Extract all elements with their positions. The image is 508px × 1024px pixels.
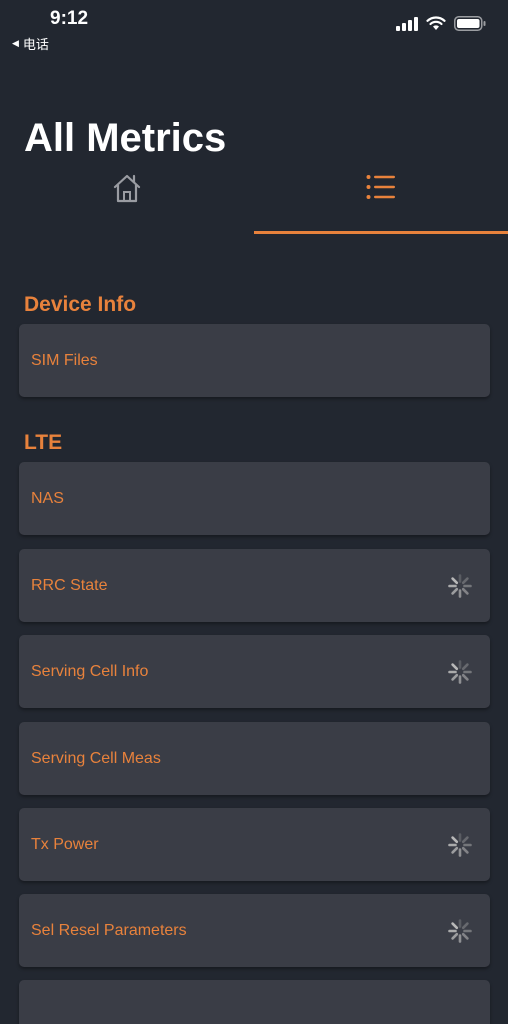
home-icon bbox=[113, 174, 141, 203]
list-item-sel-resel-parameters[interactable]: Sel Resel Parameters bbox=[19, 894, 490, 967]
status-bar: 9:12 ◀ 电话 bbox=[0, 0, 508, 56]
list-icon bbox=[366, 175, 395, 199]
list-item-rrc-state[interactable]: RRC State bbox=[19, 549, 490, 622]
back-arrow-icon: ◀ bbox=[12, 38, 19, 48]
list-item-label: Serving Cell Meas bbox=[31, 750, 161, 767]
list-item-serving-cell-meas[interactable]: Serving Cell Meas bbox=[19, 722, 490, 795]
battery-icon bbox=[454, 16, 486, 31]
section-header-lte: LTE bbox=[24, 431, 63, 454]
list-item-label: RRC State bbox=[31, 577, 108, 594]
list-item-partial[interactable] bbox=[19, 980, 490, 1024]
loading-spinner-icon bbox=[448, 833, 472, 857]
list-item-label: NAS bbox=[31, 490, 64, 507]
status-time: 9:12 bbox=[50, 8, 89, 29]
cellular-signal-icon bbox=[396, 16, 418, 31]
list-item-sim-files[interactable]: SIM Files bbox=[19, 324, 490, 397]
section-header-device-info: Device Info bbox=[24, 293, 137, 316]
tab-bar bbox=[0, 164, 508, 236]
tab-list[interactable] bbox=[254, 164, 508, 234]
list-item-nas[interactable]: NAS bbox=[19, 462, 490, 535]
page-title: All Metrics bbox=[24, 116, 227, 160]
metrics-list[interactable]: Device Info SIM Files LTE NAS RRC State … bbox=[0, 280, 508, 1024]
wifi-icon bbox=[426, 16, 446, 30]
list-item-label: Sel Resel Parameters bbox=[31, 922, 187, 939]
list-item-label: Serving Cell Info bbox=[31, 663, 149, 680]
list-item-tx-power[interactable]: Tx Power bbox=[19, 808, 490, 881]
tab-home[interactable] bbox=[0, 164, 254, 234]
back-to-app-button[interactable]: ◀ 电话 bbox=[12, 34, 49, 53]
tab-selected-indicator bbox=[254, 231, 508, 234]
back-app-label: 电话 bbox=[22, 37, 49, 52]
status-icons bbox=[396, 16, 486, 31]
loading-spinner-icon bbox=[448, 574, 472, 598]
list-item-label: SIM Files bbox=[31, 352, 98, 369]
loading-spinner-icon bbox=[448, 660, 472, 684]
list-item-label: Tx Power bbox=[31, 836, 99, 853]
list-item-serving-cell-info[interactable]: Serving Cell Info bbox=[19, 635, 490, 708]
loading-spinner-icon bbox=[448, 919, 472, 943]
